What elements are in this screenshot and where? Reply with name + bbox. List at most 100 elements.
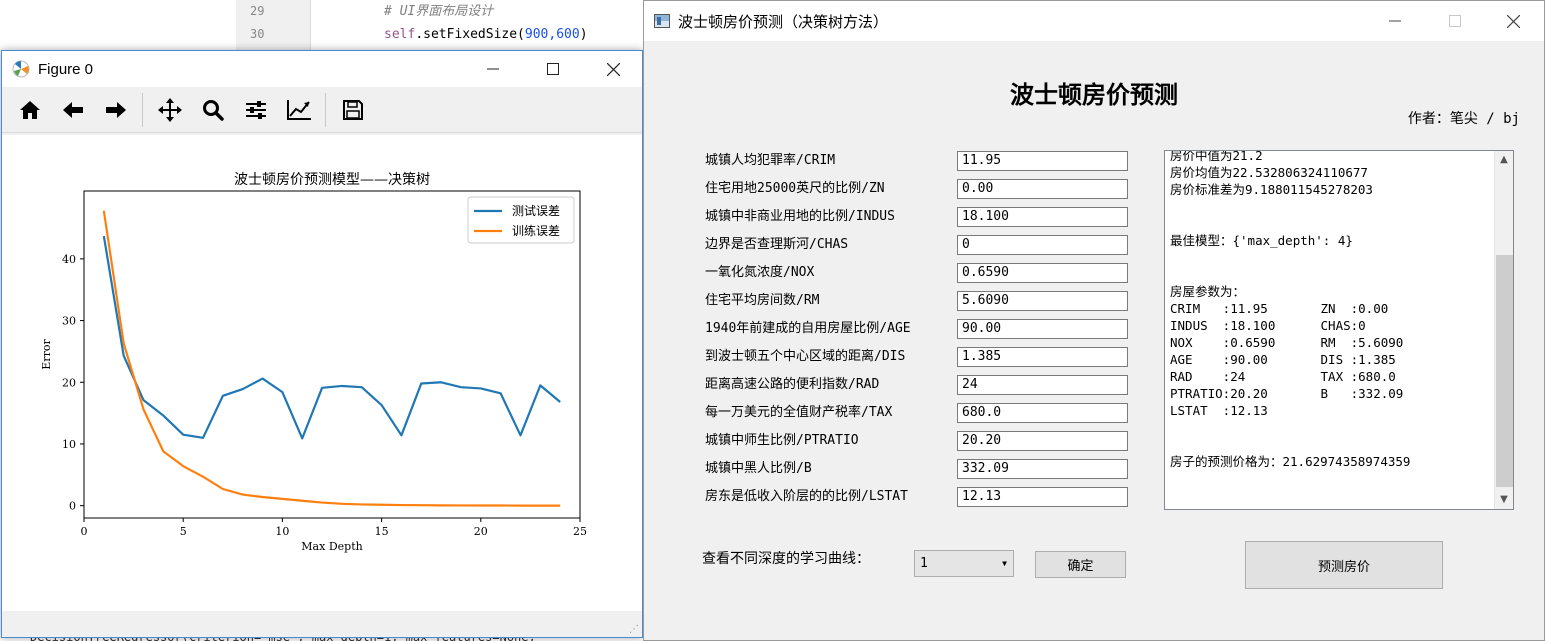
close-icon xyxy=(606,62,620,76)
app-window-icon xyxy=(654,14,670,28)
y-tick-label: 40 xyxy=(62,253,76,266)
figure-window: Figure 0 0 5 10 15 20 25 0 10 20 30 40 波… xyxy=(1,50,643,638)
zoom-button[interactable] xyxy=(191,90,234,130)
field-label-age: 1940年前建成的自用房屋比例/AGE xyxy=(705,321,911,336)
author-label: 作者：笔尖 / bj xyxy=(1407,111,1520,127)
y-axis-label: Error xyxy=(40,339,53,370)
figure-titlebar[interactable]: Figure 0 xyxy=(2,51,642,87)
close-button[interactable] xyxy=(584,51,642,87)
scroll-down-icon[interactable]: ▼ xyxy=(1495,491,1513,509)
predict-price-button[interactable]: 预测房价 xyxy=(1245,541,1443,589)
maximize-button[interactable] xyxy=(524,51,582,87)
app-window-title: 波士顿房价预测（决策树方法） xyxy=(678,13,889,31)
minimize-icon xyxy=(487,68,499,70)
field-input-lstat[interactable]: 12.13 xyxy=(957,487,1128,507)
app-window: 波士顿房价预测（决策树方法） 波士顿房价预测 作者：笔尖 / bj 城镇人均犯罪… xyxy=(643,0,1545,641)
field-label-ptratio: 城镇中师生比例/PTRATIO xyxy=(705,433,859,448)
result-output-text: 房价中值为21.2 房价均值为22.532806324110677 房价标准差为… xyxy=(1170,150,1411,469)
subplots-button[interactable] xyxy=(234,90,277,130)
pan-button[interactable] xyxy=(148,90,191,130)
forward-button[interactable] xyxy=(94,90,137,130)
y-tick-label: 30 xyxy=(62,315,76,328)
output-scrollbar[interactable]: ▲ ▼ xyxy=(1494,151,1513,509)
field-input-dis[interactable]: 1.385 xyxy=(957,347,1128,367)
field-label-zn: 住宅用地25000英尺的比例/ZN xyxy=(705,181,885,196)
field-label-rm: 住宅平均房间数/RM xyxy=(705,293,820,308)
depth-select[interactable]: 1 ▼ xyxy=(914,550,1014,577)
field-input-crim[interactable]: 11.95 xyxy=(957,151,1128,171)
line-number: 30 xyxy=(250,27,265,41)
resize-grip-icon[interactable]: ⋰ xyxy=(629,624,639,635)
maximize-icon xyxy=(1449,15,1461,27)
app-titlebar[interactable]: 波士顿房价预测（决策树方法） xyxy=(644,1,1544,41)
learning-curve-chart: 0 5 10 15 20 25 0 10 20 30 40 波士顿房价预测模型——决策树 Max Dep… xyxy=(40,171,587,553)
field-input-rm[interactable]: 5.6090 xyxy=(957,291,1128,311)
legend-label-0: 测试误差 xyxy=(512,203,560,218)
y-tick-label: 20 xyxy=(62,376,76,389)
figure-status-bar: ⋰ xyxy=(2,611,642,637)
app-close-button[interactable] xyxy=(1484,1,1542,41)
y-tick-label: 10 xyxy=(62,438,76,451)
field-input-age[interactable]: 90.00 xyxy=(957,319,1128,339)
minimize-icon xyxy=(1389,20,1401,22)
field-input-tax[interactable]: 680.0 xyxy=(957,403,1128,423)
field-input-chas[interactable]: 0 xyxy=(957,235,1128,255)
x-axis-label: Max Depth xyxy=(301,540,362,553)
plot-canvas[interactable]: 0 5 10 15 20 25 0 10 20 30 40 波士顿房价预测模型——决策树 Max Dep… xyxy=(2,135,642,611)
save-button[interactable] xyxy=(331,90,374,130)
code-line-30[interactable]: self.setFixedSize(900,600) xyxy=(384,23,588,46)
code-token-call: .setFixedSize( xyxy=(415,27,525,42)
line-number: 29 xyxy=(250,4,265,18)
home-button[interactable] xyxy=(8,90,51,130)
figure-toolbar xyxy=(2,87,642,133)
result-output-box[interactable]: 房价中值为21.2 房价均值为22.532806324110677 房价标准差为… xyxy=(1164,150,1514,510)
field-input-nox[interactable]: 0.6590 xyxy=(957,263,1128,283)
home-icon xyxy=(19,100,40,119)
back-button[interactable] xyxy=(51,90,94,130)
field-label-chas: 边界是否查理斯河/CHAS xyxy=(705,237,849,252)
code-token-args: 900,600 xyxy=(524,27,580,42)
confirm-button[interactable]: 确定 xyxy=(1035,551,1126,578)
chart-title: 波士顿房价预测模型——决策树 xyxy=(234,171,430,188)
back-icon xyxy=(62,101,83,118)
app-minimize-button[interactable] xyxy=(1366,1,1424,41)
app-maximize-button[interactable] xyxy=(1426,1,1484,41)
code-line-29[interactable]: # UI界面布局设计 xyxy=(384,0,493,23)
code-token-self: self xyxy=(384,27,416,42)
minimize-button[interactable] xyxy=(464,51,522,87)
save-icon xyxy=(342,99,363,120)
field-input-b[interactable]: 332.09 xyxy=(957,459,1128,479)
field-label-lstat: 房东是低收入阶层的的比例/LSTAT xyxy=(705,489,908,504)
toolbar-separator xyxy=(142,92,143,127)
field-input-zn[interactable]: 0.00 xyxy=(957,179,1128,199)
toolbar-separator xyxy=(325,92,326,127)
close-icon xyxy=(1506,14,1520,28)
line-number-gutter: 29 30 xyxy=(236,0,311,50)
field-label-rad: 距离高速公路的便利指数/RAD xyxy=(705,377,880,392)
figure-window-title: Figure 0 xyxy=(38,60,94,78)
pan-icon xyxy=(157,97,182,122)
legend-label-1: 训练误差 xyxy=(512,223,560,238)
depth-select-value: 1 xyxy=(920,556,928,571)
learning-curve-label: 查看不同深度的学习曲线： xyxy=(702,551,870,567)
page-heading: 波士顿房价预测 xyxy=(1010,80,1178,109)
zoom-icon xyxy=(202,99,224,121)
chevron-down-icon: ▼ xyxy=(1002,559,1007,568)
axes-button[interactable] xyxy=(277,90,320,130)
field-input-ptratio[interactable]: 20.20 xyxy=(957,431,1128,451)
x-tick-label: 10 xyxy=(275,525,289,538)
field-label-nox: 一氧化氮浓度/NOX xyxy=(705,265,815,280)
maximize-icon xyxy=(547,63,559,75)
field-label-crim: 城镇人均犯罪率/CRIM xyxy=(705,153,836,168)
scroll-thumb[interactable] xyxy=(1496,255,1513,487)
field-input-indus[interactable]: 18.100 xyxy=(957,207,1128,227)
subplots-icon xyxy=(245,100,266,119)
field-input-rad[interactable]: 24 xyxy=(957,375,1128,395)
field-label-b: 城镇中黑人比例/B xyxy=(705,461,812,476)
scroll-up-icon[interactable]: ▲ xyxy=(1495,151,1513,169)
matplotlib-logo-icon xyxy=(12,60,30,78)
field-label-dis: 到波士顿五个中心区域的距离/DIS xyxy=(705,349,906,364)
field-label-indus: 城镇中非商业用地的比例/INDUS xyxy=(705,209,895,224)
x-tick-label: 20 xyxy=(474,525,488,538)
x-tick-label: 0 xyxy=(81,525,88,538)
